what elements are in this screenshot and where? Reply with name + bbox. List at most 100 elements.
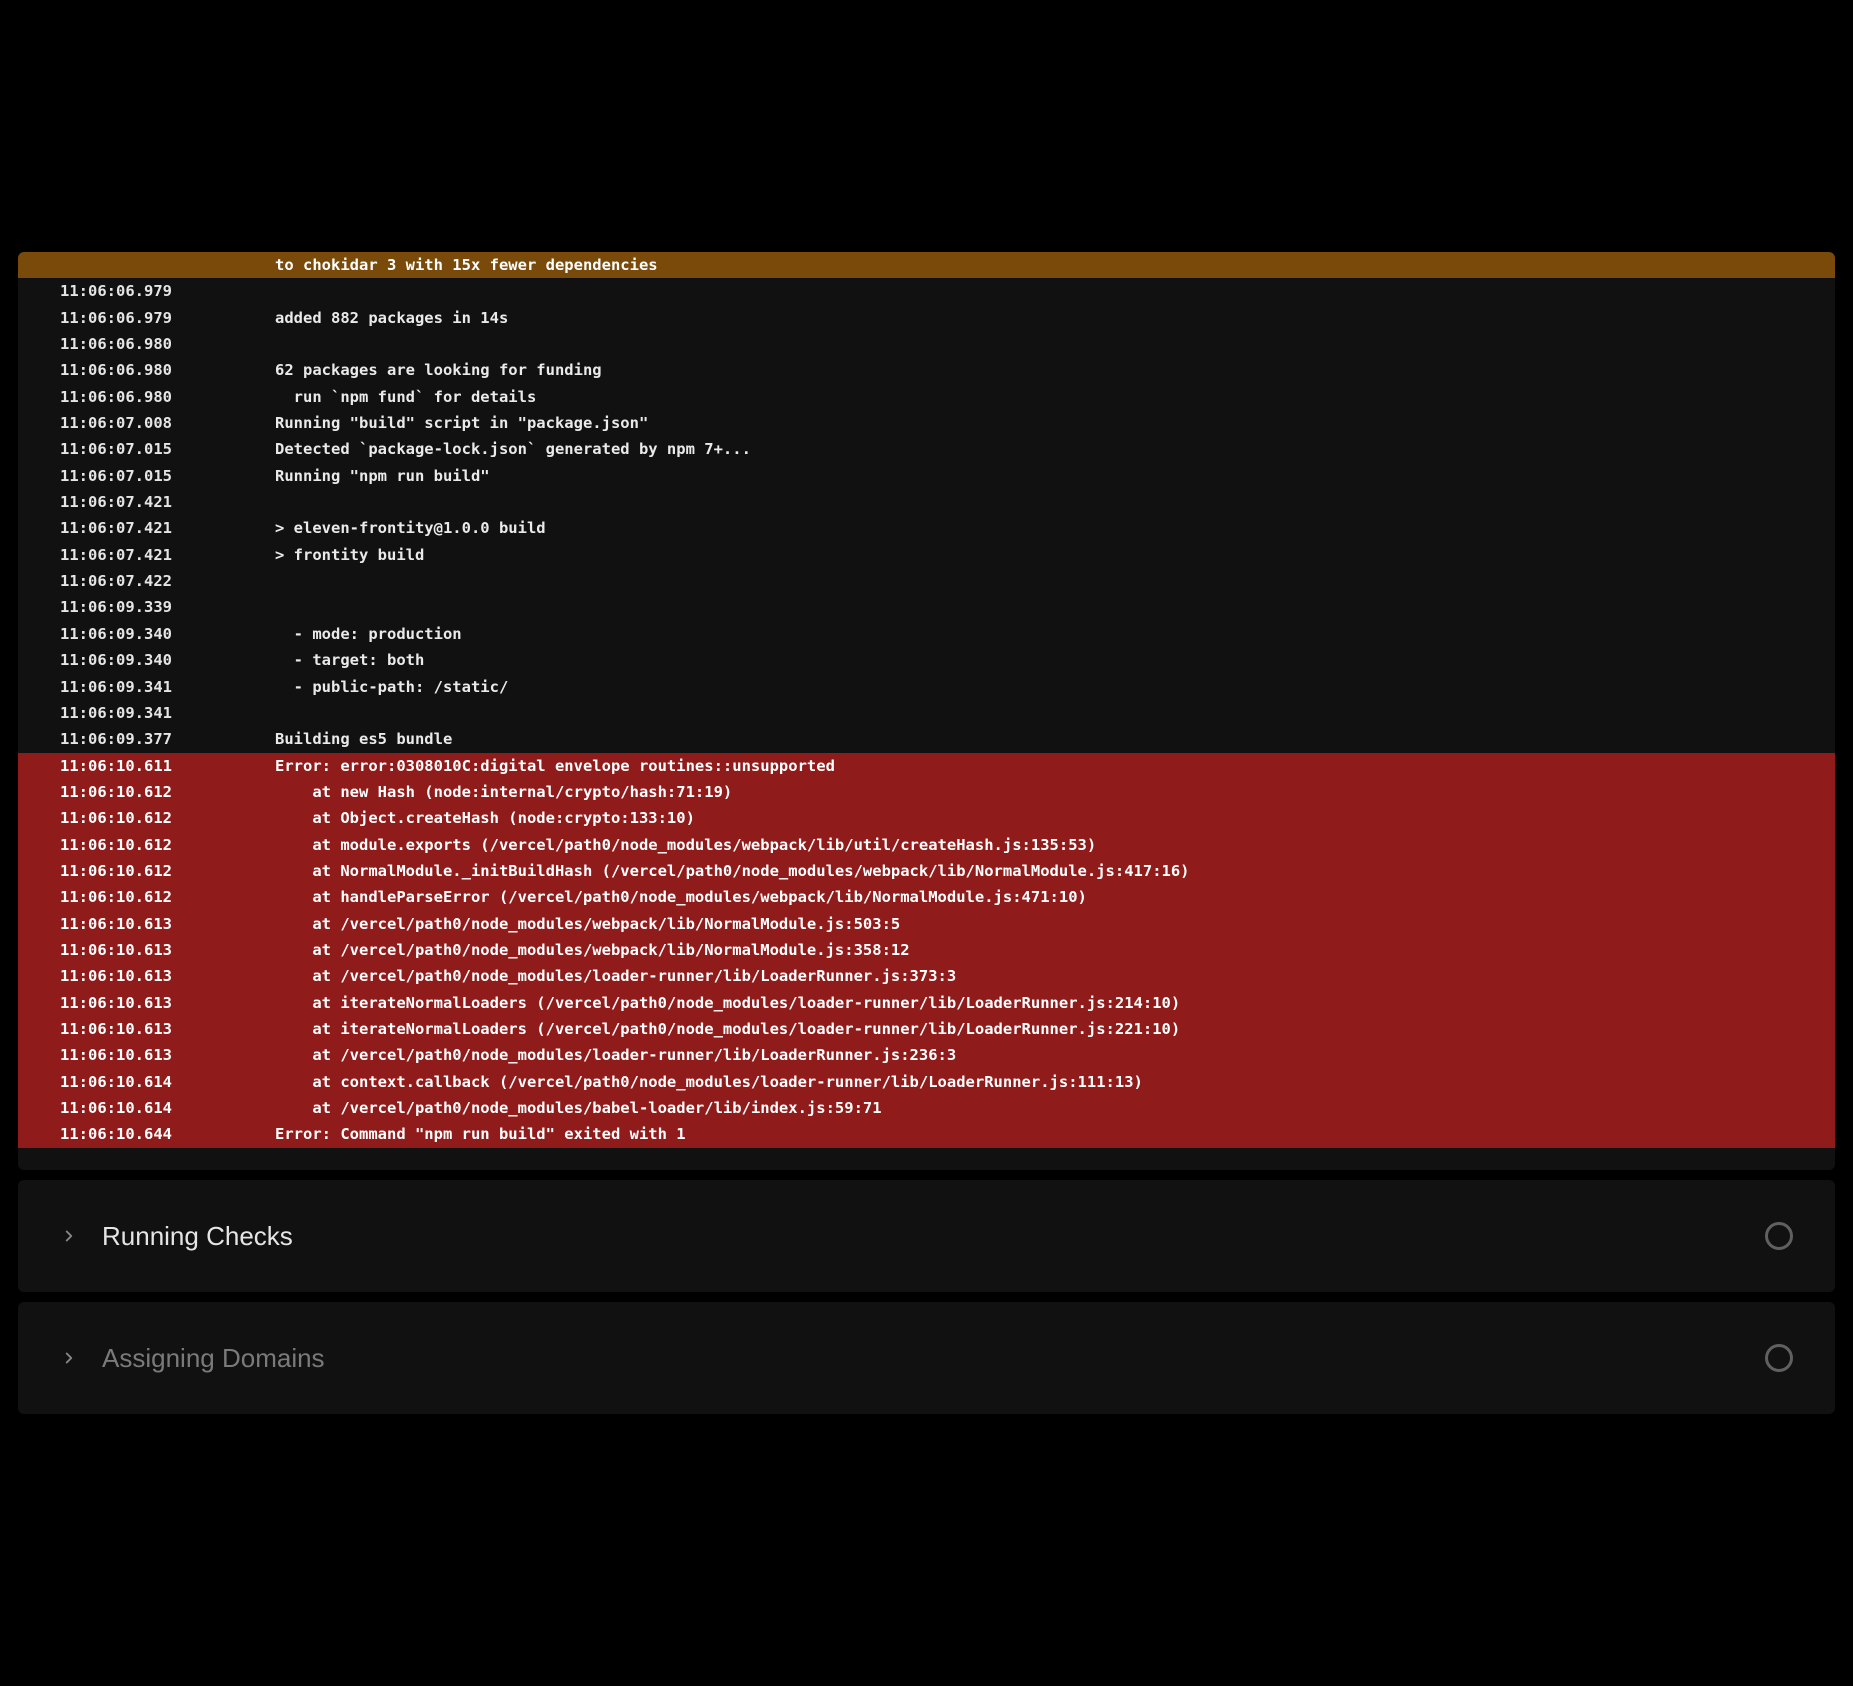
log-timestamp: 11:06:06.980 xyxy=(60,384,235,410)
log-row[interactable]: 11:06:06.979 added 882 packages in 14s xyxy=(18,305,1835,331)
log-message: to chokidar 3 with 15x fewer dependencie… xyxy=(275,252,1793,278)
log-timestamp: 11:06:10.613 xyxy=(60,911,235,937)
log-row[interactable]: 11:06:10.614 at context.callback (/verce… xyxy=(18,1069,1835,1095)
log-row[interactable]: 11:06:07.008 Running "build" script in "p… xyxy=(18,410,1835,436)
log-message xyxy=(275,568,1793,594)
log-message: run `npm fund` for details xyxy=(275,384,1793,410)
log-message xyxy=(275,278,1793,304)
section-label: Running Checks xyxy=(102,1214,293,1258)
log-message: Error: Command "npm run build" exited wi… xyxy=(275,1121,1793,1147)
log-timestamp: 11:06:07.421 xyxy=(60,515,235,541)
log-row[interactable]: 11:06:09.341 xyxy=(18,700,1835,726)
log-timestamp: 11:06:10.613 xyxy=(60,990,235,1016)
log-row[interactable]: 11:06:09.341 - public-path: /static/ xyxy=(18,674,1835,700)
log-timestamp: 11:06:07.421 xyxy=(60,489,235,515)
log-timestamp: 11:06:09.341 xyxy=(60,674,235,700)
log-row[interactable]: 11:06:10.613 at /vercel/path0/node_modul… xyxy=(18,911,1835,937)
log-row[interactable]: 11:06:07.421 xyxy=(18,489,1835,515)
log-timestamp: 11:06:06.980 xyxy=(60,331,235,357)
log-message: at iterateNormalLoaders (/vercel/path0/n… xyxy=(275,990,1793,1016)
log-message: at module.exports (/vercel/path0/node_mo… xyxy=(275,832,1793,858)
log-message: at handleParseError (/vercel/path0/node_… xyxy=(275,884,1793,910)
chevron-right-icon xyxy=(60,1349,78,1367)
log-message xyxy=(275,594,1793,620)
log-row[interactable]: 11:06:10.612 at handleParseError (/verce… xyxy=(18,884,1835,910)
log-row[interactable]: 11:06:07.015Detected `package-lock.json`… xyxy=(18,436,1835,462)
log-row[interactable]: 11:06:10.614 at /vercel/path0/node_modul… xyxy=(18,1095,1835,1121)
log-message: at context.callback (/vercel/path0/node_… xyxy=(275,1069,1793,1095)
log-timestamp: 11:06:10.613 xyxy=(60,1042,235,1068)
log-message xyxy=(275,700,1793,726)
section-assigning-domains[interactable]: Assigning Domains xyxy=(18,1302,1835,1414)
log-timestamp: 11:06:10.612 xyxy=(60,779,235,805)
log-row[interactable]: 11:06:09.340 - mode: production xyxy=(18,621,1835,647)
log-message: > eleven-frontity@1.0.0 build xyxy=(275,515,1793,541)
log-message: Running "npm run build" xyxy=(275,463,1793,489)
log-message xyxy=(275,489,1793,515)
log-row[interactable]: 11:06:10.612 at new Hash (node:internal/… xyxy=(18,779,1835,805)
log-message: - mode: production xyxy=(275,621,1793,647)
log-row[interactable]: 11:06:10.613 at iterateNormalLoaders (/v… xyxy=(18,1016,1835,1042)
log-row[interactable]: 11:06:06.980 62 packages are looking for … xyxy=(18,357,1835,383)
log-timestamp: 11:06:06.979 xyxy=(60,278,235,304)
log-timestamp: 11:06:10.612 xyxy=(60,832,235,858)
log-timestamp: 11:06:09.377 xyxy=(60,726,235,752)
log-row[interactable]: 11:06:10.611Error: error:0308010C:digita… xyxy=(18,753,1835,779)
log-timestamp: 11:06:09.339 xyxy=(60,594,235,620)
log-row[interactable]: 11:06:10.613 at /vercel/path0/node_modul… xyxy=(18,1042,1835,1068)
log-row[interactable]: to chokidar 3 with 15x fewer dependencie… xyxy=(18,252,1835,278)
log-timestamp: 11:06:10.612 xyxy=(60,805,235,831)
log-message: at iterateNormalLoaders (/vercel/path0/n… xyxy=(275,1016,1793,1042)
log-message: Detected `package-lock.json` generated b… xyxy=(275,436,1793,462)
log-message: at /vercel/path0/node_modules/webpack/li… xyxy=(275,937,1793,963)
log-row[interactable]: 11:06:09.340 - target: both xyxy=(18,647,1835,673)
log-message: Running "build" script in "package.json" xyxy=(275,410,1793,436)
log-timestamp xyxy=(60,252,235,278)
log-row[interactable]: 11:06:10.613 at /vercel/path0/node_modul… xyxy=(18,963,1835,989)
log-message: at /vercel/path0/node_modules/webpack/li… xyxy=(275,911,1793,937)
log-row[interactable]: 11:06:09.377 Building es5 bundle xyxy=(18,726,1835,752)
log-row[interactable]: 11:06:07.015 Running "npm run build" xyxy=(18,463,1835,489)
log-message: - public-path: /static/ xyxy=(275,674,1793,700)
log-timestamp: 11:06:06.979 xyxy=(60,305,235,331)
log-row[interactable]: 11:06:10.644 Error: Command "npm run buil… xyxy=(18,1121,1835,1147)
log-row[interactable]: 11:06:06.980 run `npm fund` for details xyxy=(18,384,1835,410)
log-row[interactable]: 11:06:10.612 at module.exports (/vercel/… xyxy=(18,832,1835,858)
log-row[interactable]: 11:06:10.613 at /vercel/path0/node_modul… xyxy=(18,937,1835,963)
section-label: Assigning Domains xyxy=(102,1336,325,1380)
log-message: > frontity build xyxy=(275,542,1793,568)
log-timestamp: 11:06:09.340 xyxy=(60,647,235,673)
log-message: added 882 packages in 14s xyxy=(275,305,1793,331)
log-row[interactable]: 11:06:06.980 xyxy=(18,331,1835,357)
log-row[interactable]: 11:06:06.979 xyxy=(18,278,1835,304)
log-timestamp: 11:06:10.644 xyxy=(60,1121,235,1147)
log-message xyxy=(275,331,1793,357)
section-running-checks[interactable]: Running Checks xyxy=(18,1180,1835,1292)
log-timestamp: 11:06:10.613 xyxy=(60,1016,235,1042)
log-row[interactable]: 11:06:10.612 at NormalModule._initBuildH… xyxy=(18,858,1835,884)
log-timestamp: 11:06:10.614 xyxy=(60,1069,235,1095)
log-timestamp: 11:06:06.980 xyxy=(60,357,235,383)
log-row[interactable]: 11:06:09.339 xyxy=(18,594,1835,620)
log-message: at NormalModule._initBuildHash (/vercel/… xyxy=(275,858,1793,884)
log-message: at /vercel/path0/node_modules/loader-run… xyxy=(275,1042,1793,1068)
chevron-right-icon xyxy=(60,1227,78,1245)
log-message: at Object.createHash (node:crypto:133:10… xyxy=(275,805,1793,831)
log-timestamp: 11:06:09.341 xyxy=(60,700,235,726)
build-log-panel: to chokidar 3 with 15x fewer dependencie… xyxy=(18,252,1835,1170)
log-timestamp: 11:06:07.422 xyxy=(60,568,235,594)
log-message: 62 packages are looking for funding xyxy=(275,357,1793,383)
log-timestamp: 11:06:10.612 xyxy=(60,858,235,884)
log-row[interactable]: 11:06:10.612 at Object.createHash (node:… xyxy=(18,805,1835,831)
log-timestamp: 11:06:07.008 xyxy=(60,410,235,436)
log-timestamp: 11:06:10.611 xyxy=(60,753,235,779)
log-row[interactable]: 11:06:07.422 xyxy=(18,568,1835,594)
log-message: at new Hash (node:internal/crypto/hash:7… xyxy=(275,779,1793,805)
log-row[interactable]: 11:06:10.613 at iterateNormalLoaders (/v… xyxy=(18,990,1835,1016)
log-row[interactable]: 11:06:07.421> frontity build xyxy=(18,542,1835,568)
log-timestamp: 11:06:07.015 xyxy=(60,463,235,489)
log-row[interactable]: 11:06:07.421 > eleven-frontity@1.0.0 buil… xyxy=(18,515,1835,541)
log-message: - target: both xyxy=(275,647,1793,673)
log-message: Building es5 bundle xyxy=(275,726,1793,752)
status-pending-icon xyxy=(1765,1222,1793,1250)
